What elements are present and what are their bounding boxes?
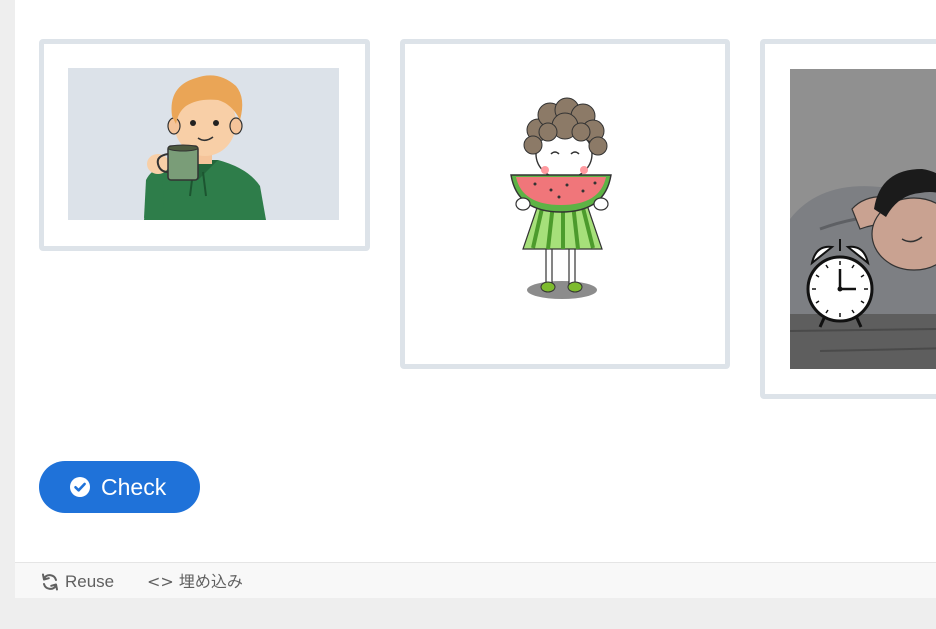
man-sleeping-alarm-clock-image: [790, 69, 936, 369]
content-area: Check Reuse <> 埋め込み: [15, 0, 936, 598]
check-button-label: Check: [101, 474, 167, 500]
refresh-icon: [42, 573, 58, 591]
reuse-link-label: Reuse: [65, 572, 115, 591]
check-button[interactable]: Check: [39, 461, 200, 513]
man-drinking-coffee-image: [68, 68, 339, 220]
image-card-alarm[interactable]: [760, 39, 936, 399]
image-card-watermelon[interactable]: [400, 39, 730, 369]
footer-bar: Reuse <> 埋め込み: [15, 562, 936, 598]
girl-eating-watermelon-image: [510, 97, 612, 299]
reuse-link[interactable]: Reuse: [40, 571, 140, 593]
image-card-coffee[interactable]: [39, 39, 370, 251]
check-circle-icon: [70, 477, 90, 497]
embed-link[interactable]: <> 埋め込み: [147, 571, 267, 593]
embed-link-label: <> 埋め込み: [147, 572, 243, 591]
